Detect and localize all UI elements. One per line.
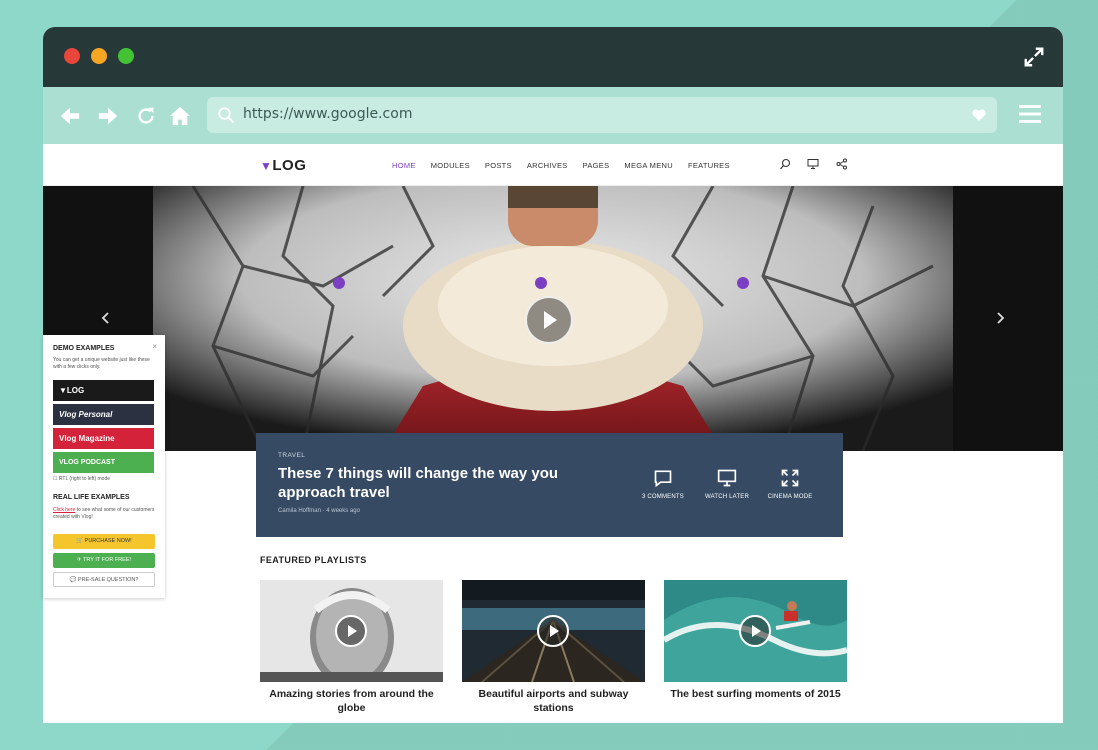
url-text[interactable]: https://www.google.com	[243, 106, 412, 122]
play-icon	[752, 625, 761, 637]
close-icon[interactable]: ×	[152, 342, 157, 351]
address-bar[interactable]: https://www.google.com	[207, 97, 997, 133]
hero-slider	[43, 186, 1063, 451]
demo-thumb-podcast[interactable]: VLOG PODCAST	[53, 452, 154, 473]
minimize-window-button[interactable]	[91, 48, 107, 64]
post-date: 4 weeks ago	[326, 508, 360, 514]
comments-button[interactable]: 3 COMMENTS	[633, 468, 693, 500]
playlist-title[interactable]: The best surfing moments of 2015	[664, 687, 847, 701]
search-icon[interactable]	[779, 158, 791, 170]
comment-icon	[654, 470, 672, 488]
playlist-avatar	[535, 277, 547, 289]
playlist-card[interactable]: Beautiful airports and subway stations	[462, 580, 645, 715]
playlist-title[interactable]: Amazing stories from around the globe	[260, 687, 443, 715]
monitor-icon[interactable]	[807, 158, 819, 170]
playlist-thumbnail[interactable]	[462, 580, 645, 682]
watch-later-label: WATCH LATER	[704, 494, 750, 500]
next-slide-arrow-icon[interactable]	[993, 311, 1007, 325]
play-button[interactable]	[335, 615, 367, 647]
hero-play-button[interactable]	[525, 296, 573, 344]
nav-mega-menu[interactable]: MEGA MENU	[624, 161, 673, 170]
website-viewport: ▼LOG HOME MODULES POSTS ARCHIVES PAGES M…	[43, 144, 1063, 723]
purchase-button[interactable]: 🛒 PURCHASE NOW!	[53, 534, 155, 549]
playlist-title[interactable]: Beautiful airports and subway stations	[462, 687, 645, 715]
real-life-text: Click here to see what some of our custo…	[53, 507, 155, 521]
demo-thumb-magazine[interactable]: Vlog Magazine	[53, 428, 154, 449]
search-icon	[218, 107, 235, 124]
try-label: TRY IT FOR FREE!	[83, 557, 132, 563]
site-header: ▼LOG HOME MODULES POSTS ARCHIVES PAGES M…	[43, 144, 1063, 186]
logo-triangle-icon: ▼	[260, 159, 273, 173]
watch-later-button[interactable]: WATCH LATER	[697, 468, 757, 500]
play-button[interactable]	[739, 615, 771, 647]
demo-thumb-personal[interactable]: Vlog Personal	[53, 404, 154, 425]
logo-text: LOG	[272, 157, 307, 174]
playlist-thumbnail[interactable]	[260, 580, 443, 682]
demo-text: You can get a unique website just like t…	[53, 357, 150, 370]
rtl-checkbox[interactable]: ☐ RTL (right to left) mode	[53, 476, 110, 482]
back-arrow-icon[interactable]	[59, 105, 81, 127]
nav-features[interactable]: FEATURES	[688, 161, 730, 170]
playlist-thumbnail[interactable]	[664, 580, 847, 682]
playlist-card[interactable]: The best surfing moments of 2015	[664, 580, 847, 701]
play-icon	[550, 625, 559, 637]
playlist-avatar	[737, 277, 749, 289]
try-free-button[interactable]: ✈ TRY IT FOR FREE!	[53, 553, 155, 568]
nav-modules[interactable]: MODULES	[431, 161, 470, 170]
nav-posts[interactable]: POSTS	[485, 161, 512, 170]
demo-examples-panel: × DEMO EXAMPLES You can get a unique web…	[43, 335, 165, 598]
comments-label: 3 COMMENTS	[641, 494, 684, 500]
browser-window: https://www.google.com ▼LOG HOME MODULES…	[43, 27, 1063, 723]
window-titlebar	[43, 27, 1063, 87]
click-here-link[interactable]: Click here	[53, 507, 75, 513]
forward-arrow-icon[interactable]	[97, 105, 119, 127]
purchase-label: PURCHASE NOW!	[84, 538, 132, 544]
featured-playlists-title: FEATURED PLAYLISTS	[260, 555, 367, 565]
cinema-mode-button[interactable]: CINEMA MODE	[760, 468, 820, 500]
refresh-icon[interactable]	[135, 105, 157, 127]
demo-thumb-vlog[interactable]: ▼LOG	[53, 380, 154, 401]
post-meta: Camila Hoffman · 4 weeks ago	[278, 508, 360, 514]
main-nav: HOME MODULES POSTS ARCHIVES PAGES MEGA M…	[392, 161, 730, 170]
demo-heading: DEMO EXAMPLES	[53, 345, 115, 352]
nav-pages[interactable]: PAGES	[583, 161, 610, 170]
expand-icon	[781, 469, 799, 487]
maximize-window-button[interactable]	[118, 48, 134, 64]
heart-icon[interactable]	[971, 107, 987, 123]
playlist-card[interactable]: Amazing stories from around the globe	[260, 580, 443, 715]
site-logo[interactable]: ▼LOG	[260, 157, 306, 174]
home-icon[interactable]	[169, 105, 191, 127]
nav-home[interactable]: HOME	[392, 161, 416, 170]
close-window-button[interactable]	[64, 48, 80, 64]
post-category[interactable]: TRAVEL	[278, 452, 305, 459]
post-title[interactable]: These 7 things will change the way you a…	[278, 464, 608, 502]
playlist-avatar	[333, 277, 345, 289]
monitor-icon	[717, 469, 737, 487]
browser-toolbar: https://www.google.com	[43, 87, 1063, 144]
hamburger-menu-icon[interactable]	[1019, 104, 1041, 124]
featured-post-box: TRAVEL These 7 things will change the wa…	[256, 433, 843, 537]
play-icon	[348, 625, 357, 637]
share-icon[interactable]	[836, 158, 848, 170]
nav-archives[interactable]: ARCHIVES	[527, 161, 568, 170]
presale-question-button[interactable]: 💬 PRE-SALE QUESTION?	[53, 572, 155, 587]
rtl-label: RTL (right to left) mode	[58, 476, 111, 482]
post-author[interactable]: Camila Hoffman	[278, 508, 321, 514]
play-icon	[544, 311, 557, 329]
real-life-heading: REAL LIFE EXAMPLES	[53, 494, 130, 501]
prev-slide-arrow-icon[interactable]	[99, 311, 113, 325]
fullscreen-icon[interactable]	[1023, 46, 1045, 68]
cinema-mode-label: CINEMA MODE	[767, 494, 813, 500]
presale-label: PRE-SALE QUESTION?	[77, 577, 139, 583]
play-button[interactable]	[537, 615, 569, 647]
